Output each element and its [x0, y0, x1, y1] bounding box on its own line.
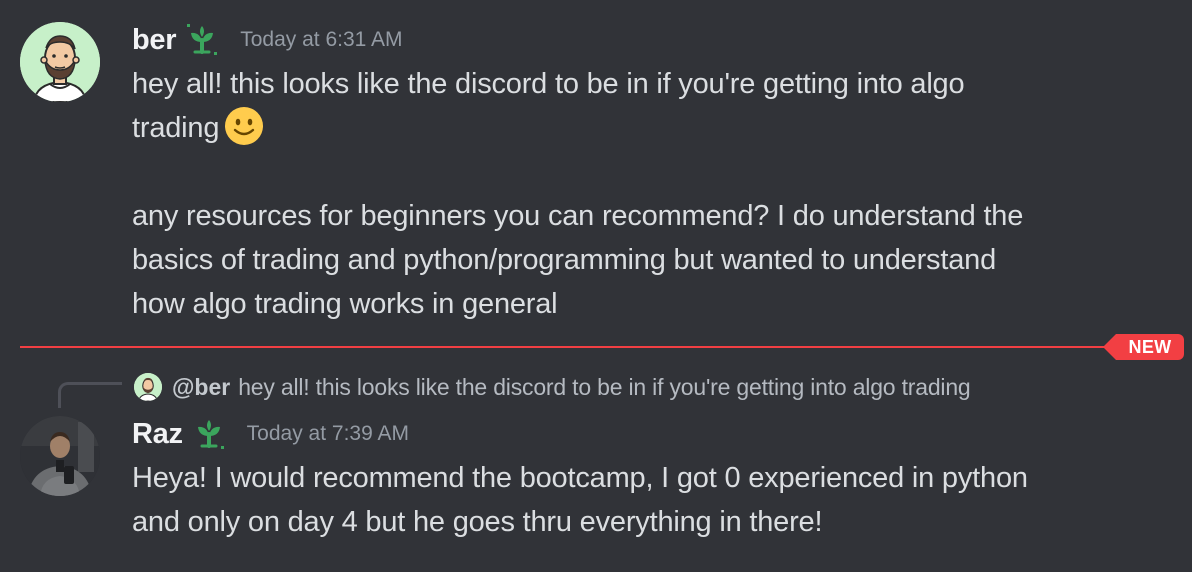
message-line: Heya! I would recommend the bootcamp, I … — [132, 462, 1028, 494]
message-line: and only on day 4 but he goes thru every… — [132, 506, 823, 538]
slightly-smiling-face-icon[interactable] — [223, 105, 265, 147]
reply-text[interactable]: hey all! this looks like the discord to … — [238, 374, 970, 401]
message-line: basics of trading and python/programming… — [132, 244, 996, 276]
username[interactable]: Raz — [132, 418, 183, 451]
reply-avatar — [134, 373, 162, 401]
message-line: trading — [132, 106, 1132, 150]
new-messages-divider — [20, 346, 1120, 348]
message-line: any resources for beginners you can reco… — [132, 200, 1024, 232]
avatar[interactable] — [20, 416, 100, 496]
reply-spine — [58, 382, 122, 408]
message-header: ber Today at 6:31 AM — [132, 20, 403, 60]
reply-preview[interactable]: @ber hey all! this looks like the discor… — [134, 372, 971, 402]
sprout-icon[interactable] — [184, 22, 220, 58]
message-content: hey all! this looks like the discord to … — [132, 62, 1132, 326]
timestamp[interactable]: Today at 6:31 AM — [240, 28, 402, 52]
avatar-illustration — [20, 22, 100, 102]
message-content: Heya! I would recommend the bootcamp, I … — [132, 456, 1132, 544]
reply-mention[interactable]: @ber — [172, 374, 230, 401]
username[interactable]: ber — [132, 24, 177, 57]
message-line: hey all! this looks like the discord to … — [132, 68, 965, 100]
avatar[interactable] — [20, 22, 100, 102]
message-header: Raz Today at 7:39 AM — [132, 414, 409, 454]
sprout-icon[interactable] — [191, 416, 227, 452]
avatar-photo — [20, 416, 100, 496]
message-line: how algo trading works in general — [132, 288, 558, 320]
new-badge: NEW — [1103, 334, 1184, 360]
timestamp[interactable]: Today at 7:39 AM — [247, 422, 409, 446]
chat-messages: ber Today at 6:31 AM hey all! this looks… — [0, 0, 1192, 572]
